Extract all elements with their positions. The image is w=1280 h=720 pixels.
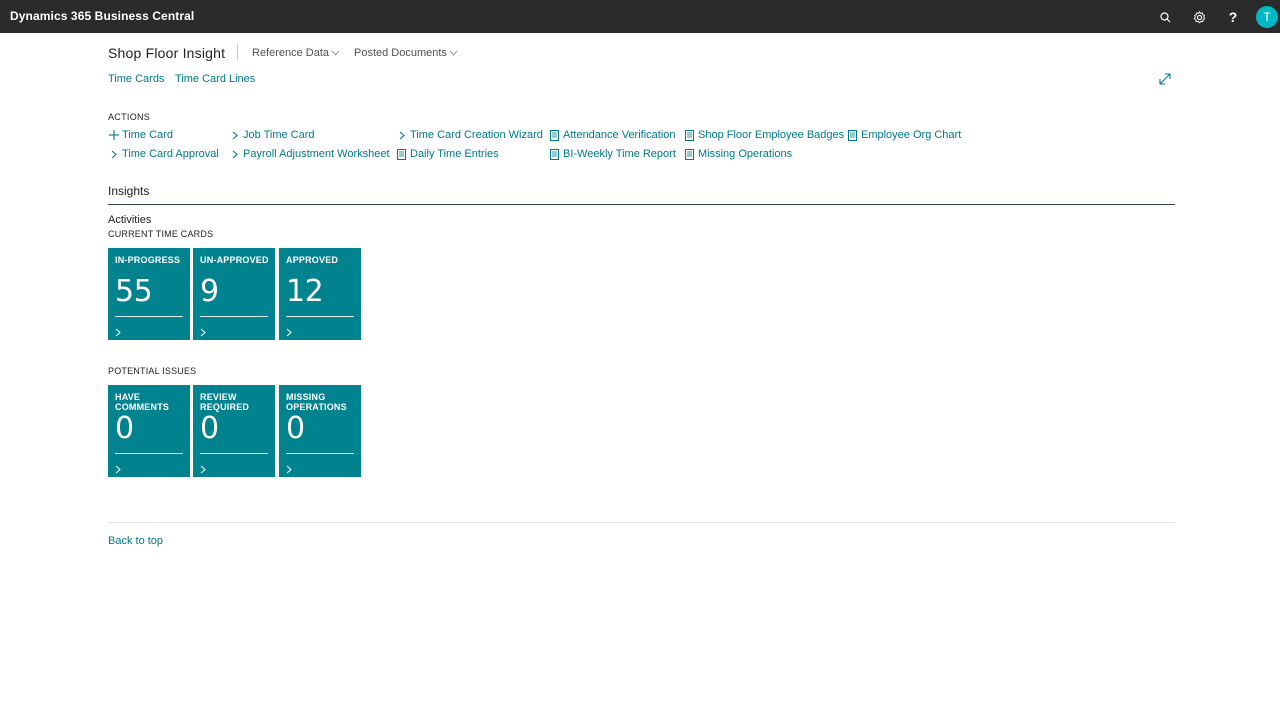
action-time-card[interactable]: Time Card (108, 129, 173, 141)
action-shop-floor-employee-badges[interactable]: Shop Floor Employee Badges (684, 129, 844, 141)
menu-label: Posted Documents (354, 47, 447, 59)
tile-label: MISSING OPERATIONS (286, 392, 347, 412)
tile-divider (286, 316, 354, 317)
chevron-right-icon (286, 324, 294, 337)
back-to-top-link[interactable]: Back to top (108, 535, 163, 547)
action-label: BI-Weekly Time Report (563, 148, 676, 160)
menu-reference-data[interactable]: Reference Data (252, 47, 340, 59)
action-daily-time-entries[interactable]: Daily Time Entries (396, 148, 499, 160)
chevron-right-icon (115, 461, 123, 474)
action-payroll-adjustment-worksheet[interactable]: Payroll Adjustment Worksheet (229, 148, 390, 160)
report-icon (684, 129, 695, 141)
avatar[interactable]: T (1256, 6, 1278, 28)
tile-label: HAVE COMMENTS (115, 392, 170, 412)
menu-label: Reference Data (252, 47, 330, 59)
tile-review-required[interactable]: REVIEW REQUIRED 0 (193, 385, 275, 477)
report-icon (684, 148, 695, 160)
action-label: Payroll Adjustment Worksheet (243, 148, 390, 160)
tile-divider (200, 453, 268, 454)
action-label: Time Card Creation Wizard (410, 129, 543, 141)
plus-icon (108, 129, 119, 141)
chevron-right-icon (200, 324, 208, 337)
top-bar: Dynamics 365 Business Central ? T (0, 0, 1280, 33)
chevron-down-icon (449, 47, 458, 59)
tile-approved[interactable]: APPROVED 12 (279, 248, 361, 340)
help-icon[interactable]: ? (1224, 8, 1242, 26)
action-attendance-verification[interactable]: Attendance Verification (549, 129, 676, 141)
action-bi-weekly-time-report[interactable]: BI-Weekly Time Report (549, 148, 676, 160)
tile-missing-operations[interactable]: MISSING OPERATIONS 0 (279, 385, 361, 477)
chevron-right-icon (115, 324, 123, 337)
app-title[interactable]: Dynamics 365 Business Central (10, 9, 194, 23)
action-label: Time Card (122, 129, 173, 141)
tile-divider (286, 453, 354, 454)
tile-value: 55 (115, 274, 153, 309)
action-label: Daily Time Entries (410, 148, 499, 160)
chevron-right-icon (286, 461, 294, 474)
actions-label: ACTIONS (108, 112, 151, 122)
help-glyph: ? (1228, 9, 1238, 25)
page-title: Shop Floor Insight (108, 45, 226, 61)
tile-value: 0 (200, 411, 219, 446)
action-label: Job Time Card (243, 129, 315, 141)
tile-un-approved[interactable]: UN-APPROVED 9 (193, 248, 275, 340)
action-missing-operations[interactable]: Missing Operations (684, 148, 792, 160)
tile-divider (115, 453, 183, 454)
tile-label: APPROVED (286, 255, 339, 265)
footer-divider (108, 522, 1175, 523)
tile-in-progress[interactable]: IN-PROGRESS 55 (108, 248, 190, 340)
gear-icon[interactable] (1190, 8, 1208, 26)
report-icon (549, 129, 560, 141)
group-label-potential-issues: POTENTIAL ISSUES (108, 366, 197, 376)
action-time-card-creation-wizard[interactable]: Time Card Creation Wizard (396, 129, 543, 141)
tile-have-comments[interactable]: HAVE COMMENTS 0 (108, 385, 190, 477)
tile-label: IN-PROGRESS (115, 255, 181, 265)
link-time-cards[interactable]: Time Cards (108, 73, 164, 85)
chevron-right-icon (108, 148, 119, 160)
report-icon (847, 129, 858, 141)
insights-divider (108, 204, 1175, 205)
chevron-right-icon (200, 461, 208, 474)
title-separator (237, 44, 238, 60)
expand-icon[interactable] (1158, 72, 1172, 86)
tile-value: 0 (115, 411, 134, 446)
activities-label: Activities (108, 214, 152, 226)
chevron-right-icon (229, 148, 240, 160)
action-time-card-approval[interactable]: Time Card Approval (108, 148, 219, 160)
report-icon (549, 148, 560, 160)
group-label-current-time-cards: CURRENT TIME CARDS (108, 229, 214, 239)
action-label: Time Card Approval (122, 148, 219, 160)
tile-label: UN-APPROVED (200, 255, 269, 265)
action-label: Attendance Verification (563, 129, 676, 141)
chevron-down-icon (331, 47, 340, 59)
tile-label: REVIEW REQUIRED (200, 392, 250, 412)
link-time-card-lines[interactable]: Time Card Lines (175, 73, 255, 85)
report-icon (396, 148, 407, 160)
chevron-right-icon (396, 129, 407, 141)
search-icon[interactable] (1156, 8, 1174, 26)
tile-value: 0 (286, 411, 305, 446)
action-label: Employee Org Chart (861, 129, 962, 141)
action-label: Shop Floor Employee Badges (698, 129, 845, 141)
action-employee-org-chart[interactable]: Employee Org Chart (847, 129, 961, 141)
menu-posted-documents[interactable]: Posted Documents (354, 47, 458, 59)
insights-title[interactable]: Insights (108, 184, 149, 198)
action-label: Missing Operations (698, 148, 793, 160)
tile-divider (200, 316, 268, 317)
action-job-time-card[interactable]: Job Time Card (229, 129, 315, 141)
tile-value: 9 (200, 274, 219, 309)
tile-divider (115, 316, 183, 317)
chevron-right-icon (229, 129, 240, 141)
tile-value: 12 (286, 274, 324, 309)
